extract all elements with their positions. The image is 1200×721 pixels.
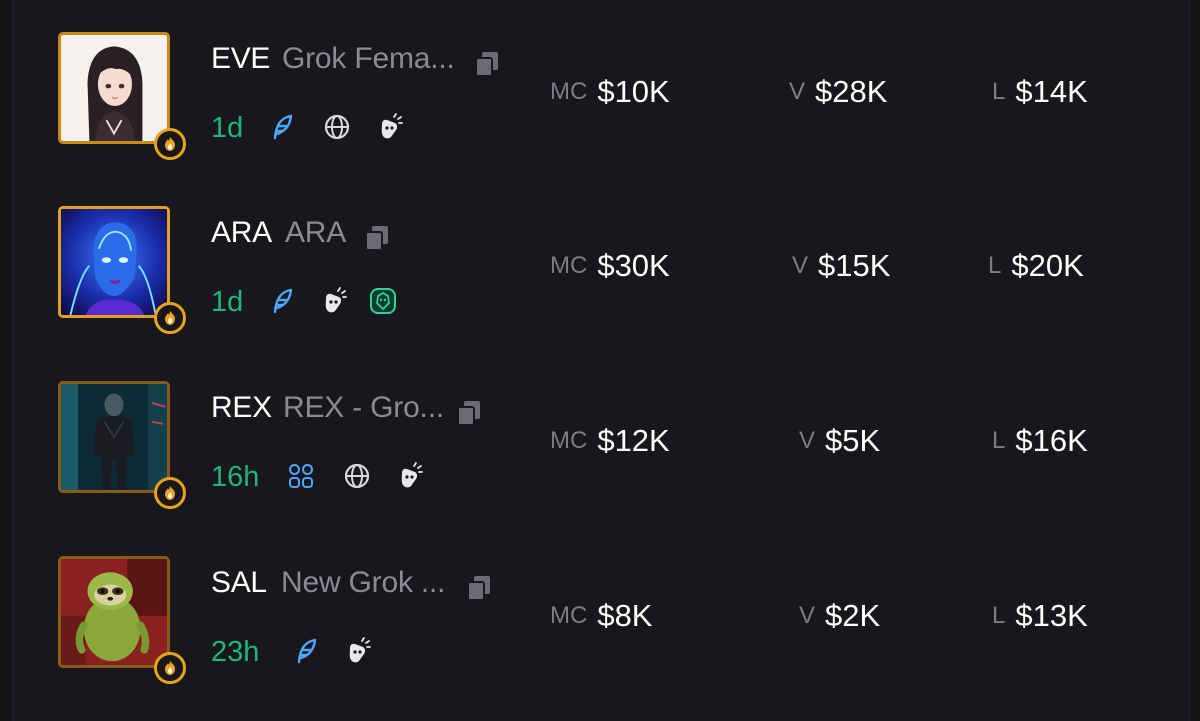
pump-badge <box>154 477 186 509</box>
pump-badge <box>154 652 186 684</box>
volume-value: $5K <box>825 423 881 458</box>
mc-value: $30K <box>597 248 670 283</box>
avatar-wrap <box>58 206 186 334</box>
avatar-wrap <box>58 556 186 684</box>
mc-value: $8K <box>597 598 653 633</box>
token-ticker: SAL <box>211 566 267 599</box>
market-cap: MC $10K <box>550 74 670 110</box>
volume-value: $2K <box>825 598 881 633</box>
globe-icon[interactable] <box>322 112 352 142</box>
volume: V $5K <box>799 423 880 459</box>
market-cap: MC $8K <box>550 598 653 634</box>
market-cap: MC $12K <box>550 423 670 459</box>
token-ticker: EVE <box>211 42 271 75</box>
page: EVE Grok Fema... 1d MC $10K V $28K L $14… <box>0 0 1200 721</box>
avatar-wrap <box>58 381 186 509</box>
v-label: V <box>792 252 809 279</box>
mc-label: MC <box>550 78 588 105</box>
pump-icon[interactable] <box>394 461 424 491</box>
volume: V $15K <box>792 248 890 284</box>
liquidity: L $13K <box>992 598 1088 634</box>
avatar[interactable] <box>58 206 170 318</box>
mc-label: MC <box>550 427 588 454</box>
mc-value: $10K <box>597 74 670 109</box>
token-ticker: REX <box>211 391 272 424</box>
liquidity: L $16K <box>992 423 1088 459</box>
token-age: 1d <box>211 112 244 144</box>
globe-icon[interactable] <box>342 461 372 491</box>
liquidity-value: $13K <box>1015 598 1088 633</box>
token-row[interactable]: ARA ARA 1d MC $30K V $15K L $20K <box>0 206 1200 334</box>
pump-icon[interactable] <box>374 112 404 142</box>
lion-shield-icon[interactable] <box>368 286 398 316</box>
liquidity-value: $20K <box>1011 248 1084 283</box>
community-icon[interactable] <box>286 461 316 491</box>
mc-label: MC <box>550 252 588 279</box>
token-row[interactable]: SAL New Grok ... 23h MC $8K V $2K L $13K <box>0 556 1200 684</box>
token-name: New Grok ... <box>281 566 446 599</box>
pump-icon[interactable] <box>318 286 348 316</box>
token-row[interactable]: EVE Grok Fema... 1d MC $10K V $28K L $14… <box>0 32 1200 160</box>
volume: V $28K <box>789 74 887 110</box>
feather-icon[interactable] <box>292 636 322 666</box>
liquidity: L $14K <box>992 74 1088 110</box>
v-label: V <box>789 78 806 105</box>
copy-icon[interactable] <box>474 50 500 78</box>
volume-value: $15K <box>818 248 891 283</box>
copy-icon[interactable] <box>466 574 492 602</box>
pump-icon[interactable] <box>342 636 372 666</box>
copy-icon[interactable] <box>456 399 482 427</box>
token-ticker: ARA <box>211 216 272 249</box>
liquidity-value: $14K <box>1015 74 1088 109</box>
volume-value: $28K <box>815 74 888 109</box>
liquidity-value: $16K <box>1015 423 1088 458</box>
mc-label: MC <box>550 602 588 629</box>
feather-icon[interactable] <box>268 286 298 316</box>
l-label: L <box>992 78 1006 105</box>
liquidity: L $20K <box>988 248 1084 284</box>
pump-badge <box>154 128 186 160</box>
l-label: L <box>992 427 1006 454</box>
avatar[interactable] <box>58 556 170 668</box>
token-name: REX - Gro... <box>283 391 444 424</box>
token-row[interactable]: REX REX - Gro... 16h MC $12K V $5K L $16… <box>0 381 1200 509</box>
token-age: 16h <box>211 461 260 493</box>
avatar[interactable] <box>58 32 170 144</box>
market-cap: MC $30K <box>550 248 670 284</box>
l-label: L <box>988 252 1002 279</box>
v-label: V <box>799 427 816 454</box>
volume: V $2K <box>799 598 880 634</box>
token-name: ARA <box>285 216 347 249</box>
token-age: 1d <box>211 286 244 318</box>
token-name: Grok Fema... <box>282 42 455 75</box>
avatar-wrap <box>58 32 186 160</box>
v-label: V <box>799 602 816 629</box>
pump-badge <box>154 302 186 334</box>
l-label: L <box>992 602 1006 629</box>
token-age: 23h <box>211 636 260 668</box>
copy-icon[interactable] <box>364 224 390 252</box>
avatar[interactable] <box>58 381 170 493</box>
mc-value: $12K <box>597 423 670 458</box>
feather-icon[interactable] <box>268 112 298 142</box>
